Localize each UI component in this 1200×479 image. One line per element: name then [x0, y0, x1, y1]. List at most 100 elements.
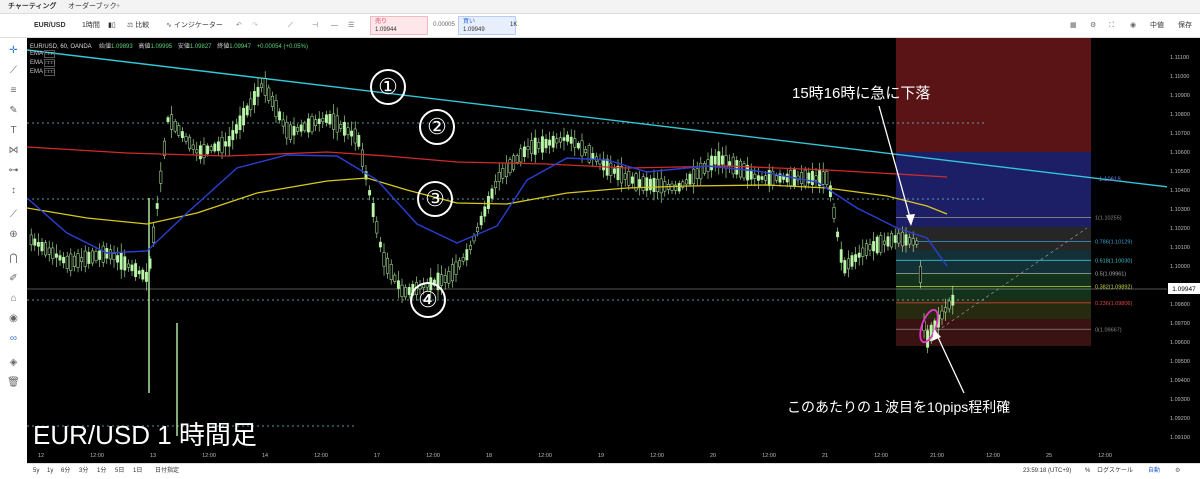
redo-icon[interactable]: ↷ — [252, 14, 258, 37]
chart-type-icon[interactable]: ▮▯ — [108, 14, 116, 37]
link-icon[interactable]: ∞ — [7, 332, 20, 345]
range-1y[interactable]: 1y — [47, 464, 53, 479]
candle-body — [857, 252, 861, 258]
compare-button[interactable]: ⚖ 比較 — [127, 14, 149, 37]
candle-body — [839, 249, 843, 263]
layers-icon[interactable]: ◈ — [7, 356, 20, 369]
top-toolbar: EUR/USD 1時間 ▮▯ ⚖ 比較 ∿ インジケーター ↶ ↷ ⟋ ⊣ — … — [0, 14, 1200, 38]
candle-body — [717, 151, 721, 166]
candle-body — [641, 176, 645, 191]
candle-body — [710, 155, 714, 171]
prediction-icon[interactable]: ⊶ — [7, 164, 20, 177]
time-tick-label: 20 — [710, 453, 716, 459]
candle-body — [447, 271, 451, 284]
goto-date-button[interactable]: 日付指定 — [155, 464, 179, 479]
clock-display[interactable]: 23:59:18 (UTC+9) — [1023, 464, 1071, 479]
candle-body — [141, 269, 145, 280]
range-1d[interactable]: 1日 — [133, 464, 142, 479]
parallel-lines-icon[interactable]: ≡ — [7, 84, 20, 97]
sell-label: 売り — [375, 19, 388, 25]
indicators-label: インジケーター — [173, 22, 223, 29]
pencil-lock-icon[interactable]: ✐ — [7, 272, 20, 285]
candle-body — [911, 238, 915, 246]
fib-tool-icon[interactable]: ☰ — [348, 14, 354, 37]
grid-layout-icon[interactable]: ▦ — [1070, 14, 1077, 37]
ema-legend-3[interactable]: EMA □□□ — [30, 68, 56, 76]
zoom-icon[interactable]: ⊕ — [7, 228, 20, 241]
pattern-icon[interactable]: ⋈ — [7, 144, 20, 157]
crosshair-icon[interactable]: ✛ — [7, 44, 20, 57]
lock-icon[interactable]: ⌂ — [7, 292, 20, 305]
range-5y[interactable]: 5y — [33, 464, 39, 479]
range-6m[interactable]: 6分 — [61, 464, 70, 479]
candle-body — [54, 253, 58, 258]
legend-title[interactable]: EUR/USD, 60, OANDA — [30, 44, 91, 50]
range-3m[interactable]: 3分 — [79, 464, 88, 479]
scale-settings-icon[interactable]: ⚙ — [1175, 464, 1180, 479]
interval-select[interactable]: 1時間 — [82, 14, 100, 37]
indicators-button[interactable]: ∿ インジケーター — [166, 14, 223, 37]
text-icon[interactable]: T — [7, 124, 20, 137]
candle-body — [296, 127, 300, 132]
candle-body — [170, 114, 174, 130]
range-5d[interactable]: 5日 — [115, 464, 124, 479]
horizontal-line-icon[interactable]: — — [331, 14, 338, 37]
auto-scale-toggle[interactable]: 自動 — [1148, 464, 1160, 479]
brush-icon[interactable]: ✎ — [7, 104, 20, 117]
candle-body — [760, 176, 764, 180]
price-tick-label: 1.10900 — [1170, 93, 1190, 99]
price-chart[interactable]: 1(1.10255) 0.786(1.10129) 0.618(1.10030) 0.… — [27, 38, 1200, 463]
candle-body — [166, 117, 170, 122]
horizontal-ray-icon[interactable]: ⊣ — [312, 14, 318, 37]
trash-icon[interactable]: 🗑 — [7, 376, 20, 389]
undo-icon[interactable]: ↶ — [236, 14, 242, 37]
ema-legend-1[interactable]: EMA □□□ — [30, 50, 56, 58]
new-tab-button[interactable]: + — [110, 0, 126, 13]
candle-body — [87, 251, 91, 264]
candle-body — [328, 114, 332, 125]
measure-arrows-icon[interactable]: ↕ — [7, 184, 20, 197]
time-tick-label: 12:00 — [90, 453, 104, 459]
camera-icon[interactable]: ◉ — [1130, 14, 1136, 37]
sell-button[interactable]: 売り 1.09944 — [370, 16, 428, 35]
log-scale-toggle[interactable]: ログスケール — [1097, 464, 1133, 479]
candle-body — [249, 98, 253, 110]
chart-area[interactable]: 1(1.10255) 0.786(1.10129) 0.618(1.10030) 0.… — [27, 38, 1200, 463]
candle-body — [684, 179, 688, 185]
candle-body — [339, 124, 343, 129]
candle-body — [544, 138, 548, 149]
candle-body — [494, 180, 498, 189]
buy-label: 買い — [463, 19, 476, 25]
candle-body — [368, 190, 372, 196]
price-tick-label: 1.10400 — [1170, 188, 1190, 194]
save-button[interactable]: 保存 — [1178, 14, 1192, 37]
trendline-icon[interactable]: ⟋ — [7, 64, 20, 77]
quantity-field[interactable]: 1K — [510, 14, 517, 37]
eye-icon[interactable]: ◉ — [7, 312, 20, 325]
candle-body — [342, 121, 346, 136]
candle-body — [540, 136, 544, 153]
tab-charting[interactable]: チャーティング — [2, 0, 63, 13]
candle-body — [350, 130, 354, 137]
symbol-select[interactable]: EUR/USD — [34, 14, 66, 37]
candle-body — [195, 149, 199, 154]
fib-zone-teal — [896, 250, 1091, 273]
range-1m[interactable]: 1分 — [97, 464, 106, 479]
candle-body — [270, 95, 274, 107]
candle-body — [803, 169, 807, 187]
candle-body — [400, 284, 404, 297]
candle-body — [692, 168, 696, 185]
price-mode-select[interactable]: 中値 — [1150, 14, 1164, 37]
settings-gear-icon[interactable]: ⚙ — [1090, 14, 1096, 37]
ruler-icon[interactable]: ⟋ — [7, 208, 20, 221]
candle-body — [116, 255, 120, 263]
trendline-tool-icon[interactable]: ⟋ — [288, 14, 293, 37]
buy-button[interactable]: 買い 1.09949 — [458, 16, 516, 35]
legend-change: +0.00054 (+0.05%) — [256, 44, 308, 50]
magnet-icon[interactable]: ⋂ — [7, 252, 20, 265]
candle-body — [317, 118, 321, 125]
ema-legend-2[interactable]: EMA □□□ — [30, 59, 56, 67]
percent-toggle[interactable]: % — [1085, 464, 1090, 479]
fib-level-label: 0.786(1.10129) — [1095, 239, 1132, 245]
fullscreen-icon[interactable]: ⛶ — [1109, 14, 1114, 37]
